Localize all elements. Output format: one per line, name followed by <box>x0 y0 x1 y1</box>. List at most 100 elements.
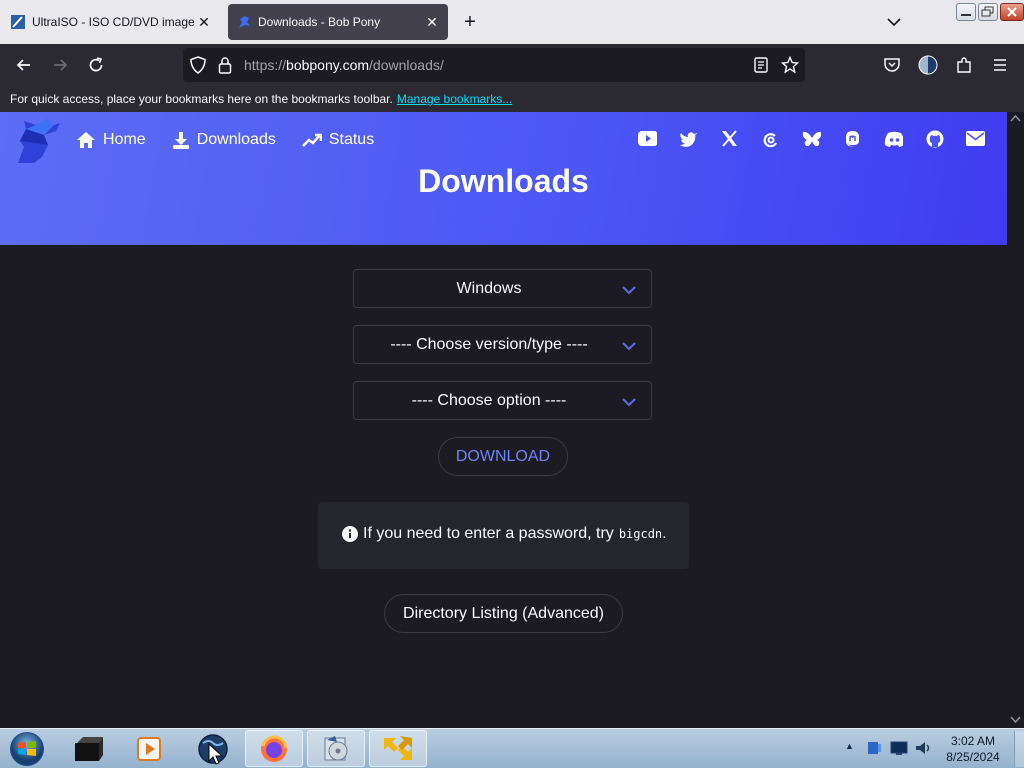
firefox-icon <box>261 734 288 762</box>
tab-ultraiso[interactable]: UltraISO - ISO CD/DVD image c ✕ <box>4 4 220 40</box>
pocket-button[interactable] <box>880 53 904 77</box>
option-select-value: ---- Choose option ---- <box>411 392 567 409</box>
taskbar-ultraiso[interactable] <box>307 730 365 767</box>
nav-label: Status <box>328 131 375 148</box>
web-page: Home Downloads Status Downloads Windows … <box>0 112 1007 728</box>
version-select[interactable]: ---- Choose version/type ---- <box>353 325 652 364</box>
url-path: /downloads/ <box>369 57 444 73</box>
back-arrow-icon <box>16 59 30 71</box>
close-tab-icon[interactable]: ✕ <box>194 14 214 31</box>
x-icon[interactable] <box>720 129 739 148</box>
nav-label: Downloads <box>196 131 276 148</box>
os-select[interactable]: Windows <box>353 269 652 308</box>
bobpony-favicon-icon <box>236 14 252 30</box>
email-icon[interactable] <box>966 129 985 148</box>
minimize-window-button[interactable] <box>956 3 976 21</box>
password-code: bigcdn <box>618 527 663 541</box>
scroll-up-arrow-icon <box>1010 114 1021 122</box>
close-window-button[interactable] <box>1000 3 1024 21</box>
download-icon <box>172 132 189 149</box>
restore-window-button[interactable] <box>978 3 998 21</box>
windows-start-orb-icon <box>10 731 44 766</box>
forward-button[interactable] <box>48 53 72 77</box>
pocket-icon <box>884 58 900 72</box>
page-scrollbar[interactable] <box>1007 112 1024 728</box>
windows-taskbar: ▲ 3:02 AM 8/25/2024 <box>0 728 1024 768</box>
nav-status[interactable]: Status <box>301 126 375 154</box>
close-tab-icon[interactable]: ✕ <box>422 14 442 31</box>
bookmark-star-icon[interactable] <box>780 55 800 79</box>
social-links <box>638 129 985 148</box>
password-notice: If you need to enter a password, try big… <box>318 502 689 569</box>
new-tab-button[interactable]: + <box>458 10 482 34</box>
app-menu-button[interactable] <box>988 53 1012 77</box>
github-icon[interactable] <box>925 129 944 148</box>
url-scheme: https:// <box>244 57 287 73</box>
tab-downloads[interactable]: Downloads - Bob Pony ✕ <box>228 4 448 40</box>
ultraiso-icon <box>324 735 348 760</box>
url-text[interactable]: https://bobpony.com/downloads/ <box>244 57 444 73</box>
taskbar-media-player[interactable] <box>120 730 178 767</box>
arrows-app-icon <box>384 735 412 760</box>
start-button[interactable] <box>0 730 54 767</box>
trending-up-icon <box>301 133 322 147</box>
nav-home[interactable]: Home <box>76 126 146 154</box>
youtube-icon[interactable] <box>638 129 657 148</box>
notice-period: . <box>662 525 667 542</box>
hamburger-menu-icon <box>994 59 1006 71</box>
action-center-flag-icon[interactable] <box>866 740 882 756</box>
tab-strip: UltraISO - ISO CD/DVD image c ✕ Download… <box>0 0 1024 44</box>
bookmarks-hint: For quick access, place your bookmarks h… <box>10 92 393 106</box>
reload-icon <box>89 57 103 72</box>
tab-title: Downloads - Bob Pony <box>258 15 381 29</box>
notice-text: If you need to enter a password, try big… <box>342 525 667 543</box>
chevron-down-icon <box>622 286 636 295</box>
hard-drive-icon <box>75 736 103 761</box>
site-header: Home Downloads Status Downloads <box>0 112 1007 245</box>
discord-icon[interactable] <box>884 129 903 148</box>
taskbar-drive-app[interactable] <box>60 730 118 767</box>
list-all-tabs-icon[interactable] <box>884 12 904 32</box>
show-desktop-button[interactable] <box>1014 731 1024 767</box>
taskbar-firefox[interactable] <box>245 730 303 767</box>
account-button[interactable] <box>916 53 940 77</box>
reload-button[interactable] <box>84 53 108 77</box>
mouse-cursor-icon <box>208 743 224 765</box>
back-button[interactable] <box>12 53 36 77</box>
media-player-icon <box>137 736 161 761</box>
os-select-value: Windows <box>456 280 522 297</box>
tracking-protection-shield-icon[interactable] <box>190 56 206 79</box>
ultraiso-favicon-icon <box>10 14 26 30</box>
directory-listing-button[interactable]: Directory Listing (Advanced) <box>384 594 623 633</box>
lock-icon[interactable] <box>218 56 232 79</box>
twitter-icon[interactable] <box>679 129 698 148</box>
address-bar[interactable]: https://bobpony.com/downloads/ <box>183 48 805 82</box>
reader-view-icon[interactable] <box>753 56 769 79</box>
main-navigation: Home Downloads Status <box>76 126 374 154</box>
version-select-value: ---- Choose version/type ---- <box>390 336 588 353</box>
show-hidden-icons-button[interactable]: ▲ <box>845 741 854 751</box>
threads-icon[interactable] <box>761 129 780 148</box>
volume-icon[interactable] <box>914 739 932 757</box>
download-button[interactable]: DOWNLOAD <box>438 437 568 476</box>
system-clock[interactable]: 3:02 AM 8/25/2024 <box>938 733 1008 765</box>
scroll-down-arrow-icon <box>1010 716 1021 724</box>
network-monitor-icon[interactable] <box>890 740 908 756</box>
bobpony-logo-icon[interactable] <box>14 117 64 165</box>
notice-message: If you need to enter a password, try <box>363 525 614 542</box>
taskbar-yellow-app[interactable] <box>369 730 427 767</box>
clock-time: 3:02 AM <box>950 734 996 748</box>
navigation-toolbar: https://bobpony.com/downloads/ <box>0 44 1024 86</box>
puzzle-icon <box>957 57 971 73</box>
mastodon-icon[interactable] <box>843 129 862 148</box>
tab-title: UltraISO - ISO CD/DVD image c <box>32 15 194 29</box>
nav-downloads[interactable]: Downloads <box>172 126 276 154</box>
bookmarks-toolbar: For quick access, place your bookmarks h… <box>0 86 1024 112</box>
chevron-down-icon <box>622 342 636 351</box>
extensions-button[interactable] <box>952 53 976 77</box>
url-host: bobpony.com <box>286 57 370 73</box>
manage-bookmarks-link[interactable]: Manage bookmarks... <box>397 92 512 106</box>
bluesky-icon[interactable] <box>802 129 821 148</box>
option-select[interactable]: ---- Choose option ---- <box>353 381 652 420</box>
account-icon <box>918 55 938 75</box>
